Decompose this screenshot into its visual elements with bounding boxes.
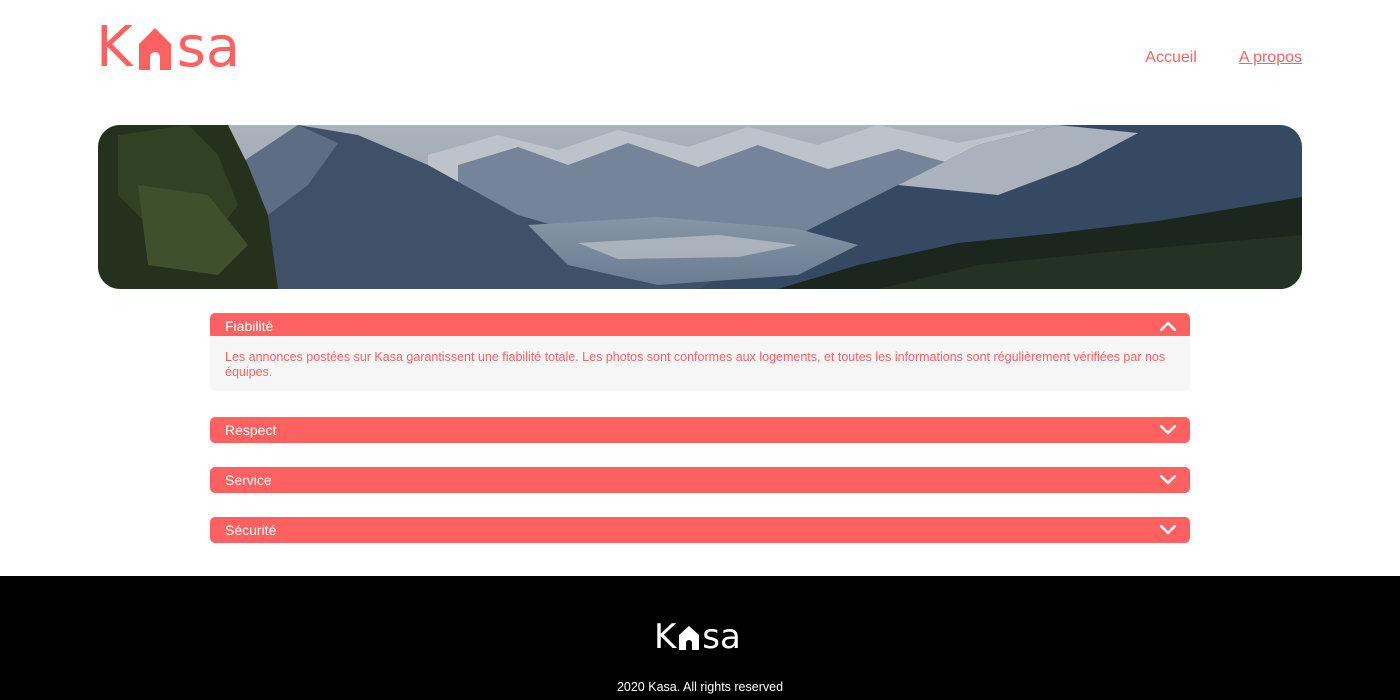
chevron-down-icon[interactable] <box>1160 525 1176 535</box>
banner-image <box>98 125 1302 289</box>
house-icon <box>138 28 171 70</box>
accordion-respect: Respect <box>210 417 1190 443</box>
accordion-title: Sécurité <box>225 522 277 538</box>
nav-link-accueil[interactable]: Accueil <box>1145 49 1197 67</box>
footer-kasa-logo: K sa <box>654 620 741 654</box>
chevron-down-icon[interactable] <box>1160 425 1176 435</box>
accordion-title: Service <box>225 472 272 488</box>
nav-link-a-propos[interactable]: A propos <box>1239 49 1302 67</box>
chevron-up-icon[interactable] <box>1160 321 1176 331</box>
footer-logo-letter-k: K <box>654 617 677 657</box>
site-header: K sa Accueil A propos <box>0 0 1400 110</box>
logo-letters-sa: sa <box>176 15 241 80</box>
mountain-landscape-image <box>98 125 1302 289</box>
accordion-fiabilite: Fiabilité Les annonces postées sur Kasa … <box>210 313 1190 391</box>
site-footer: K sa 2020 Kasa. All rights reserved <box>0 576 1400 700</box>
logo-letter-k: K <box>96 15 133 80</box>
accordion-title: Respect <box>225 422 277 438</box>
footer-logo-letters-sa: sa <box>702 617 741 657</box>
copyright-text: 2020 Kasa. All rights reserved <box>616 680 784 694</box>
accordion-header-respect[interactable]: Respect <box>210 417 1190 443</box>
kasa-logo[interactable]: K sa <box>96 20 240 76</box>
accordion-header-service[interactable]: Service <box>210 467 1190 493</box>
accordion-securite: Sécurité <box>210 517 1190 543</box>
accordion-header-securite[interactable]: Sécurité <box>210 517 1190 543</box>
house-icon <box>679 626 700 650</box>
accordion-service: Service <box>210 467 1190 493</box>
accordion-text: Les annonces postées sur Kasa garantisse… <box>225 350 1166 379</box>
chevron-down-icon[interactable] <box>1160 475 1176 485</box>
accordion-content-fiabilite: Les annonces postées sur Kasa garantisse… <box>210 336 1190 391</box>
accordion-title: Fiabilité <box>225 318 274 334</box>
main-nav: Accueil A propos <box>1145 49 1302 67</box>
